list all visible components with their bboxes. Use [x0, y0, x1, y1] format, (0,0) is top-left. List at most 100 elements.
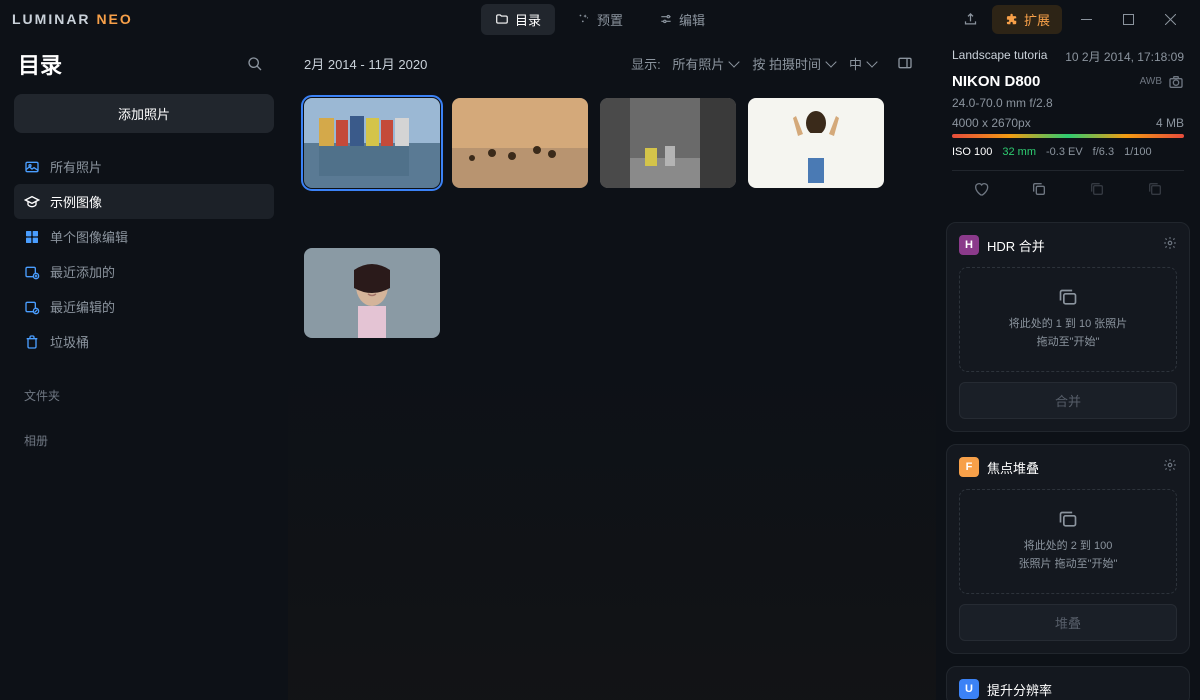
exif-iso: ISO 100 [952, 146, 992, 158]
heart-icon [973, 181, 989, 197]
tab-edit-label: 编辑 [679, 10, 705, 29]
search-button[interactable] [240, 49, 270, 79]
window-minimize[interactable] [1068, 4, 1104, 34]
images-icon [1058, 510, 1078, 530]
info-toggle[interactable] [890, 48, 920, 78]
panel-upscale-title: 提升分辨率 [987, 680, 1177, 699]
sidebar-item-label: 最近编辑的 [50, 297, 115, 316]
albums-header[interactable]: 相册 [24, 432, 274, 449]
file-date: 10 2月 2014, 17:18:09 [1065, 48, 1184, 65]
puzzle-icon [1004, 12, 1018, 26]
sidebar-item-all[interactable]: 所有照片 [14, 149, 274, 184]
window-maximize[interactable] [1110, 4, 1146, 34]
stack-icon [1147, 181, 1163, 197]
app-logo: LUMINAR NEO [12, 11, 133, 27]
copy-icon [1031, 181, 1047, 197]
sidebar-item-label: 单个图像编辑 [50, 227, 128, 246]
focus-badge-icon: F [959, 457, 979, 477]
file-name: Landscape tutoria [952, 48, 1047, 65]
trash-icon [24, 334, 40, 350]
sidebar-item-recent-added[interactable]: 最近添加的 [14, 254, 274, 289]
camera-model: NIKON D800 [952, 73, 1040, 90]
tab-catalog-label: 目录 [515, 10, 541, 29]
histogram [952, 134, 1184, 138]
exif-focal: 32 mm [1002, 146, 1036, 158]
panel-hdr-title: HDR 合并 [987, 236, 1155, 255]
hdr-drop-zone[interactable]: 将此处的 1 到 10 张照片 拖动至"开始" [959, 267, 1177, 372]
sidebar-item-trash[interactable]: 垃圾桶 [14, 324, 274, 359]
sidebar-item-single[interactable]: 单个图像编辑 [14, 219, 274, 254]
focus-drop-zone[interactable]: 将此处的 2 到 100 张照片 拖动至"开始" [959, 489, 1177, 594]
hdr-badge-icon: H [959, 235, 979, 255]
sidebar-item-recent-edited[interactable]: 最近编辑的 [14, 289, 274, 324]
search-icon [247, 56, 263, 72]
graduation-cap-icon [24, 194, 40, 210]
tab-edit[interactable]: 编辑 [645, 4, 719, 35]
sliders-icon [659, 12, 673, 26]
exif-shutter: 1/100 [1124, 146, 1152, 158]
sidebar-item-label: 示例图像 [50, 192, 102, 211]
grid-icon [24, 229, 40, 245]
image-icon [24, 159, 40, 175]
file-size: 4 MB [1156, 116, 1184, 130]
share-icon [963, 12, 978, 27]
filter-show[interactable]: 显示: 所有照片 [631, 54, 738, 73]
stack-prev-button[interactable] [1089, 181, 1105, 202]
sparkle-icon [577, 12, 591, 26]
sort-by[interactable]: 按 拍摄时间 [752, 54, 835, 73]
maximize-icon [1123, 14, 1134, 25]
folders-header[interactable]: 文件夹 [24, 387, 274, 404]
copy-button[interactable] [1031, 181, 1047, 202]
close-icon [1165, 14, 1176, 25]
chevron-down-icon [729, 56, 740, 67]
thumbnail[interactable] [748, 98, 884, 188]
upscale-badge-icon: U [959, 679, 979, 699]
tab-presets-label: 预置 [597, 10, 623, 29]
share-button[interactable] [956, 4, 986, 34]
tab-catalog[interactable]: 目录 [481, 4, 555, 35]
images-icon [1058, 288, 1078, 308]
thumbnail[interactable] [304, 98, 440, 188]
thumbnail-image [600, 98, 736, 188]
stack-next-button[interactable] [1147, 181, 1163, 202]
focus-stack-button[interactable]: 堆叠 [959, 604, 1177, 641]
gear-icon [1163, 458, 1177, 472]
panel-focus-title: 焦点堆叠 [987, 458, 1155, 477]
thumbnail-size[interactable]: 中 [849, 54, 876, 73]
sidebar-item-label: 垃圾桶 [50, 332, 89, 351]
tab-presets[interactable]: 预置 [563, 4, 637, 35]
hdr-merge-button[interactable]: 合并 [959, 382, 1177, 419]
white-balance: AWB [1140, 76, 1162, 87]
exif-aperture: f/6.3 [1093, 146, 1114, 158]
sidebar-item-label: 所有照片 [50, 157, 102, 176]
date-range[interactable]: 2月 2014 - 11月 2020 [304, 54, 427, 73]
thumbnail[interactable] [600, 98, 736, 188]
folder-icon [495, 12, 509, 26]
sidebar-title: 目录 [18, 48, 62, 80]
image-dimensions: 4000 x 2670px [952, 116, 1031, 130]
window-close[interactable] [1152, 4, 1188, 34]
thumbnail[interactable] [452, 98, 588, 188]
recent-edit-icon [24, 299, 40, 315]
hdr-settings[interactable] [1163, 236, 1177, 255]
sidebar-item-samples[interactable]: 示例图像 [14, 184, 274, 219]
favorite-button[interactable] [973, 181, 989, 202]
extensions-label: 扩展 [1024, 10, 1050, 29]
minimize-icon [1081, 14, 1092, 25]
thumbnail[interactable] [304, 248, 440, 338]
chevron-down-icon [825, 56, 836, 67]
gear-icon [1163, 236, 1177, 250]
thumbnail-image [452, 98, 588, 188]
thumbnail-image [304, 98, 440, 188]
focus-settings[interactable] [1163, 458, 1177, 477]
extensions-button[interactable]: 扩展 [992, 5, 1062, 34]
stack-icon [1089, 181, 1105, 197]
lens-info: 24.0-70.0 mm f/2.8 [952, 96, 1184, 110]
exif-ev: -0.3 EV [1046, 146, 1083, 158]
add-photos-button[interactable]: 添加照片 [14, 94, 274, 133]
panel-icon [897, 55, 913, 71]
thumbnail-image [304, 248, 440, 338]
sidebar-item-label: 最近添加的 [50, 262, 115, 281]
camera-icon [1168, 74, 1184, 90]
thumbnail-image [748, 98, 884, 188]
